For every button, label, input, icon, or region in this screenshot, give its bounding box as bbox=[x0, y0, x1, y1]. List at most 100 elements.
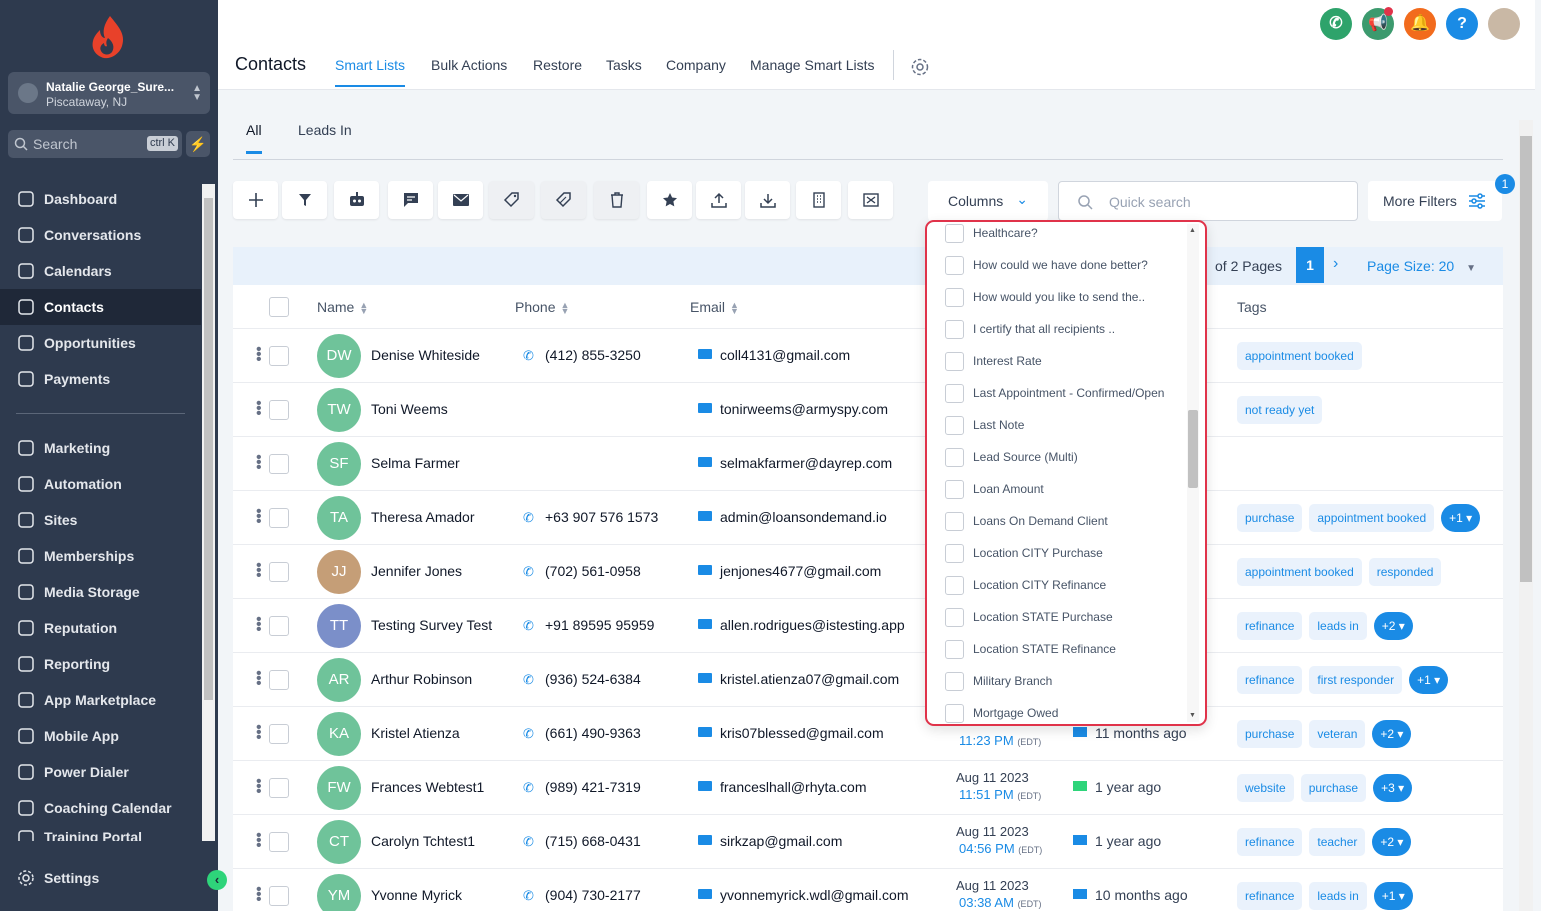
column-option-checkbox[interactable] bbox=[945, 351, 964, 371]
drag-handle-icon[interactable]: • • • bbox=[256, 396, 262, 422]
column-option[interactable]: How could we have done better? bbox=[945, 254, 1148, 276]
contact-name[interactable]: Theresa Amador bbox=[371, 509, 475, 525]
sidebar-item-memberships[interactable]: Memberships bbox=[0, 538, 201, 574]
table-row[interactable]: • • • YM Yvonne Myrick ✆ (904) 730-2177 yvonnem… bbox=[233, 868, 1503, 911]
column-option[interactable]: How would you like to send the.. bbox=[945, 286, 1145, 308]
user-avatar[interactable] bbox=[1488, 8, 1520, 40]
column-option-checkbox[interactable] bbox=[945, 287, 964, 307]
scroll-down-arrow-icon[interactable]: ▼ bbox=[1189, 712, 1196, 719]
more-tags-button[interactable]: +3 ▾ bbox=[1373, 774, 1413, 802]
table-row[interactable]: • • • FW Frances Webtest1 ✆ (989) 421-7319 fran… bbox=[233, 760, 1503, 814]
column-option-checkbox[interactable] bbox=[945, 639, 964, 659]
tab-tasks[interactable]: Tasks bbox=[606, 57, 642, 73]
avatar[interactable]: TW bbox=[317, 388, 361, 432]
tab-manage-smart-lists[interactable]: Manage Smart Lists bbox=[750, 57, 875, 73]
more-filters-button[interactable]: More Filters bbox=[1368, 181, 1502, 221]
row-checkbox[interactable] bbox=[269, 886, 289, 906]
table-row[interactable]: • • • TA Theresa Amador ✆ +63 907 576 1573 admi… bbox=[233, 490, 1503, 544]
contact-phone[interactable]: (702) 561-0958 bbox=[545, 563, 641, 579]
contact-name[interactable]: Jennifer Jones bbox=[371, 563, 462, 579]
tag-chip[interactable]: appointment booked bbox=[1237, 342, 1362, 370]
tab-company[interactable]: Company bbox=[666, 57, 726, 73]
remove-tag-button[interactable] bbox=[541, 181, 586, 219]
account-switcher[interactable]: Natalie George_Sure... Piscataway, NJ ▲ ▼ bbox=[8, 72, 210, 114]
import-button[interactable] bbox=[745, 181, 790, 219]
drag-handle-icon[interactable]: • • • bbox=[256, 450, 262, 476]
tag-chip[interactable]: not ready yet bbox=[1237, 396, 1323, 424]
column-option-checkbox[interactable] bbox=[945, 607, 964, 627]
column-option[interactable]: Location CITY Purchase bbox=[945, 542, 1103, 564]
column-option-checkbox[interactable] bbox=[945, 671, 964, 691]
column-option-checkbox[interactable] bbox=[945, 479, 964, 499]
table-row[interactable]: • • • JJ Jennifer Jones ✆ (702) 561-0958 jenjon… bbox=[233, 544, 1503, 598]
row-checkbox[interactable] bbox=[269, 346, 289, 366]
columns-dropdown-button[interactable]: Columns ⌄ bbox=[928, 181, 1048, 221]
column-option-checkbox[interactable] bbox=[945, 415, 964, 435]
select-all-checkbox[interactable] bbox=[269, 297, 289, 317]
column-option[interactable]: Mortgage Owed bbox=[945, 702, 1058, 724]
sidebar-item-reputation[interactable]: Reputation bbox=[0, 610, 201, 646]
delete-button[interactable] bbox=[594, 181, 639, 219]
automation-button[interactable] bbox=[334, 181, 379, 219]
sidebar-item-mobile-app[interactable]: Mobile App bbox=[0, 718, 201, 754]
drag-handle-icon[interactable]: • • • bbox=[256, 828, 262, 854]
column-option-checkbox[interactable] bbox=[945, 511, 964, 531]
send-email-button[interactable] bbox=[438, 181, 483, 219]
contact-email[interactable]: jenjones4677@gmail.com bbox=[720, 563, 881, 579]
column-option[interactable]: Lead Source (Multi) bbox=[945, 446, 1078, 468]
column-option[interactable]: Last Note bbox=[945, 414, 1024, 436]
dropdown-scrollbar[interactable]: ▲ ▼ bbox=[1187, 224, 1199, 722]
tag-chip[interactable]: leads in bbox=[1309, 612, 1367, 640]
table-row[interactable]: • • • TW Toni Weems tonirweems@armyspy.com not… bbox=[233, 382, 1503, 436]
contact-name[interactable]: Carolyn Tchtest1 bbox=[371, 833, 475, 849]
drag-handle-icon[interactable]: • • • bbox=[256, 504, 262, 530]
contact-phone[interactable]: (661) 490-9363 bbox=[545, 725, 641, 741]
column-option[interactable]: I certify that all recipients .. bbox=[945, 318, 1115, 340]
tag-chip[interactable]: purchase bbox=[1300, 774, 1367, 802]
column-option[interactable]: Location STATE Purchase bbox=[945, 606, 1113, 628]
avatar[interactable]: TT bbox=[317, 604, 361, 648]
tag-chip[interactable]: refinance bbox=[1237, 882, 1303, 910]
sidebar-item-app-marketplace[interactable]: App Marketplace bbox=[0, 682, 201, 718]
tab-restore[interactable]: Restore bbox=[533, 57, 582, 73]
table-row[interactable]: • • • DW Denise Whiteside ✆ (412) 855-3250 coll… bbox=[233, 328, 1503, 382]
contact-phone[interactable]: (904) 730-2177 bbox=[545, 887, 641, 903]
tag-chip[interactable]: veteran bbox=[1309, 720, 1366, 748]
tag-chip[interactable]: responded bbox=[1368, 558, 1442, 586]
table-row[interactable]: • • • KA Kristel Atienza ✆ (661) 490-9363 kris0… bbox=[233, 706, 1503, 760]
send-sms-button[interactable] bbox=[388, 181, 433, 219]
main-scrollbar[interactable] bbox=[1519, 120, 1533, 911]
more-tags-button[interactable]: +1 ▾ bbox=[1409, 666, 1449, 694]
avatar[interactable]: FW bbox=[317, 766, 361, 810]
avatar[interactable]: JJ bbox=[317, 550, 361, 594]
column-option[interactable]: Loan Amount bbox=[945, 478, 1044, 500]
row-checkbox[interactable] bbox=[269, 670, 289, 690]
column-option[interactable]: Location CITY Refinance bbox=[945, 574, 1106, 596]
more-tags-button[interactable]: +2 ▾ bbox=[1372, 720, 1412, 748]
column-option[interactable]: Interest Rate bbox=[945, 350, 1042, 372]
contact-email[interactable]: kristel.atienza07@gmail.com bbox=[720, 671, 899, 687]
next-page-chevron-icon[interactable]: › bbox=[1333, 255, 1338, 273]
drag-handle-icon[interactable]: • • • bbox=[256, 612, 262, 638]
contact-email[interactable]: yvonnemyrick.wdl@gmail.com bbox=[720, 887, 908, 903]
row-checkbox[interactable] bbox=[269, 562, 289, 582]
contact-phone[interactable]: (412) 855-3250 bbox=[545, 347, 641, 363]
column-option[interactable]: Military Branch bbox=[945, 670, 1052, 692]
collapse-sidebar-button[interactable]: ‹ bbox=[207, 870, 227, 890]
row-checkbox[interactable] bbox=[269, 778, 289, 798]
drag-handle-icon[interactable]: • • • bbox=[256, 342, 262, 368]
sidebar-item-contacts[interactable]: Contacts bbox=[0, 289, 201, 325]
tag-chip[interactable]: teacher bbox=[1309, 828, 1366, 856]
table-row[interactable]: • • • CT Carolyn Tchtest1 ✆ (715) 668-0431 sirk… bbox=[233, 814, 1503, 868]
sidebar-item-automation[interactable]: Automation bbox=[0, 466, 201, 502]
row-checkbox[interactable] bbox=[269, 832, 289, 852]
drag-handle-icon[interactable]: • • • bbox=[256, 720, 262, 746]
contact-name[interactable]: Yvonne Myrick bbox=[371, 887, 462, 903]
drag-handle-icon[interactable]: • • • bbox=[256, 882, 262, 908]
column-option-checkbox[interactable] bbox=[945, 447, 964, 467]
add-to-company-button[interactable] bbox=[796, 181, 841, 219]
sidebar-item-reporting[interactable]: Reporting bbox=[0, 646, 201, 682]
contact-phone[interactable]: +91 89595 95959 bbox=[545, 617, 654, 633]
tag-chip[interactable]: appointment booked bbox=[1237, 558, 1362, 586]
contact-name[interactable]: Toni Weems bbox=[371, 401, 448, 417]
